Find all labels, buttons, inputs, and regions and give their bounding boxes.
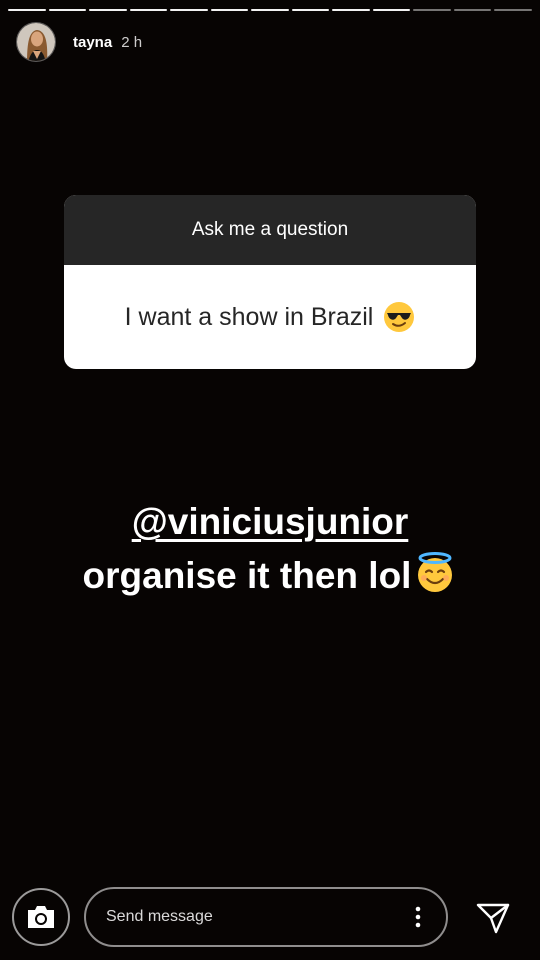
- progress-segment: [413, 9, 451, 11]
- progress-segment: [8, 9, 46, 11]
- post-time: 2 h: [121, 33, 143, 51]
- caption-text: organise it then lol: [82, 555, 412, 596]
- progress-segment: [170, 9, 208, 11]
- progress-segment: [210, 9, 249, 11]
- send-icon: [476, 903, 510, 934]
- story-header: tayna 2 h: [16, 22, 142, 62]
- halo-face-icon: [413, 550, 457, 609]
- question-sticker-title: Ask me a question: [64, 195, 476, 265]
- progress-segment: [89, 9, 127, 11]
- avatar[interactable]: [16, 22, 56, 62]
- progress-segment: [251, 9, 289, 11]
- story-footer: [0, 886, 540, 950]
- progress-segment: [372, 9, 411, 11]
- story-progress-bar: [8, 9, 532, 11]
- more-options-button[interactable]: [400, 897, 436, 937]
- camera-icon: [28, 906, 54, 928]
- progress-segment: [291, 9, 330, 11]
- progress-segment: [332, 9, 370, 11]
- username[interactable]: tayna: [73, 34, 112, 51]
- progress-segment: [453, 9, 492, 11]
- more-vertical-icon: [415, 906, 421, 928]
- question-sticker-answer: I want a show in Brazil: [124, 302, 374, 331]
- camera-button[interactable]: [12, 888, 70, 946]
- question-sticker: Ask me a question I want a show in Brazi…: [64, 195, 476, 369]
- mention-link[interactable]: @viniciusjunior: [132, 501, 409, 542]
- sunglasses-face-icon: [383, 301, 415, 333]
- send-button[interactable]: [470, 898, 516, 938]
- message-field[interactable]: [84, 887, 448, 947]
- progress-segment: [48, 9, 87, 11]
- avatar-image: [17, 23, 55, 61]
- question-sticker-answer-row: I want a show in Brazil: [64, 265, 476, 369]
- progress-segment: [494, 9, 532, 11]
- message-input[interactable]: [86, 907, 400, 927]
- progress-segment: [129, 9, 168, 11]
- story-caption: @viniciusjunior organise it then lol: [0, 495, 540, 609]
